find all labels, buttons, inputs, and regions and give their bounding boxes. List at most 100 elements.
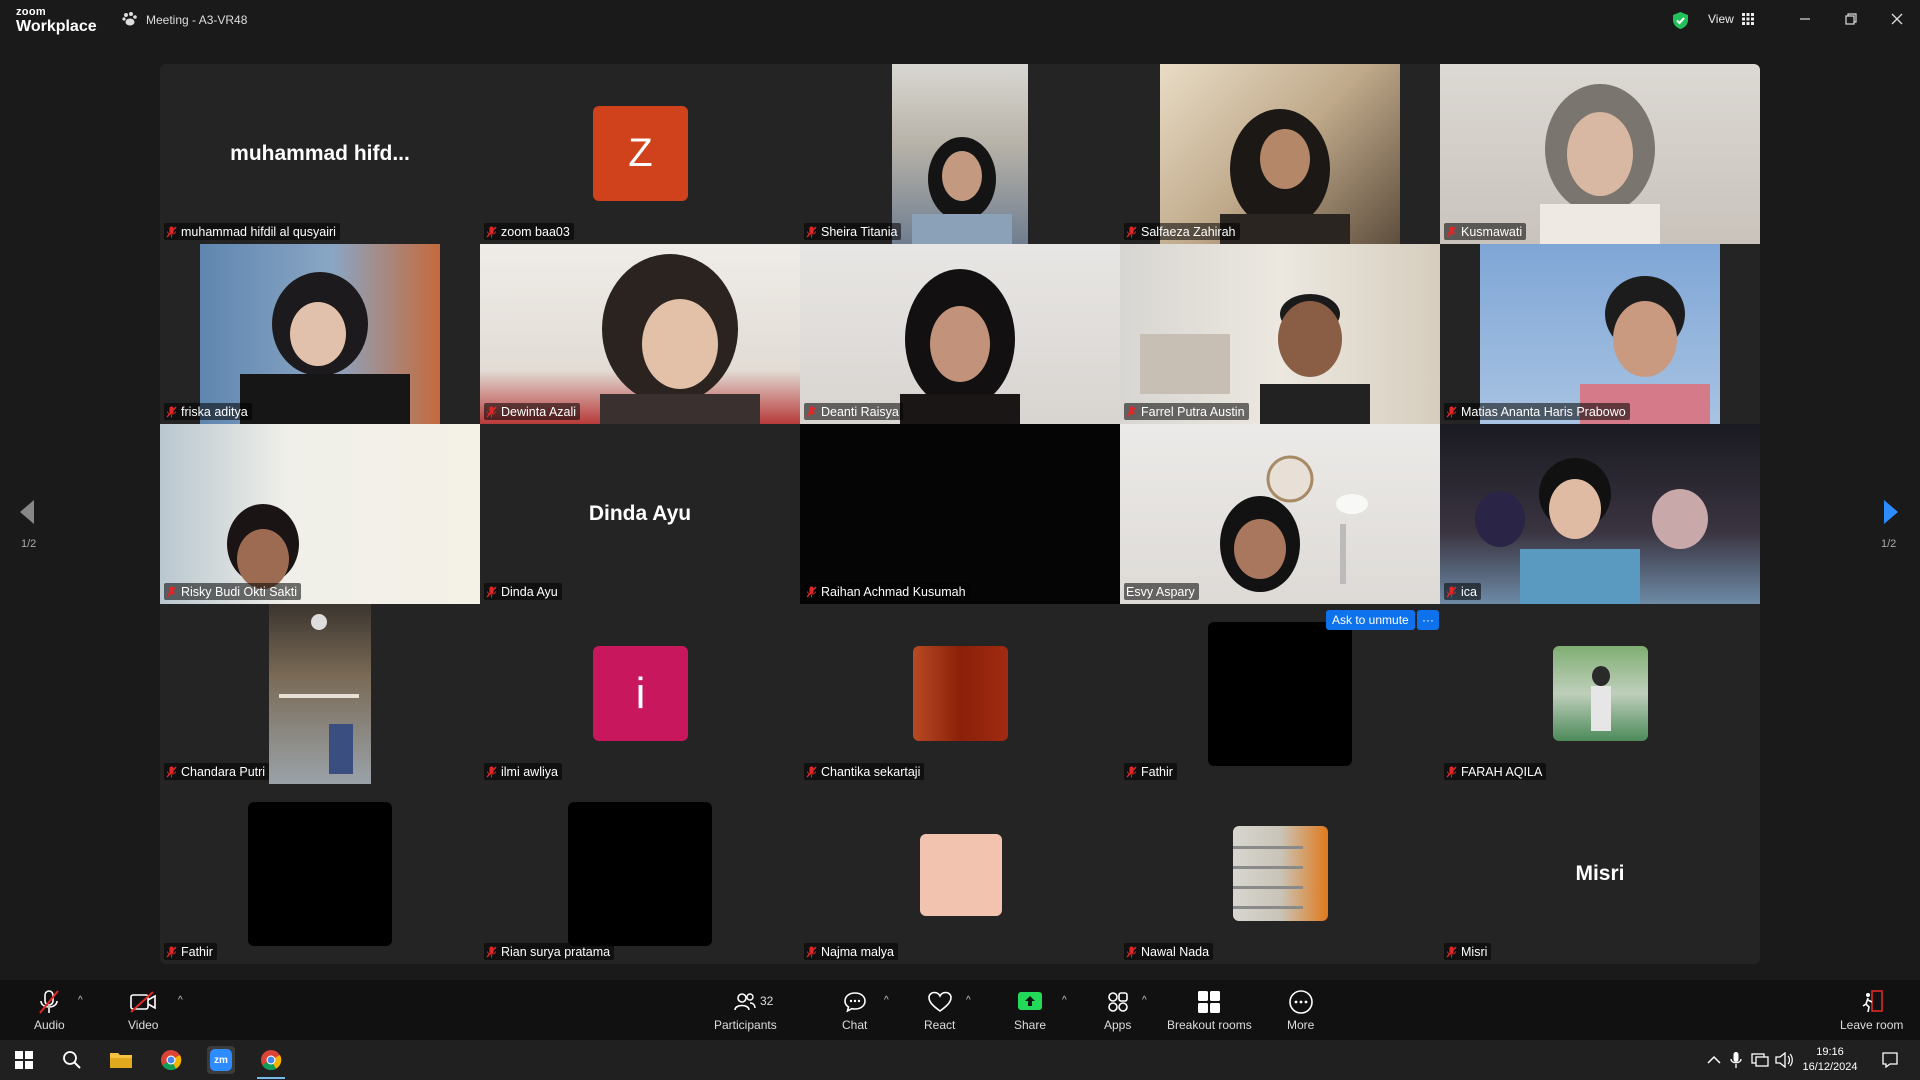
view-button[interactable]: View [1708, 12, 1754, 26]
participant-name-tag: Chantika sekartaji [804, 763, 925, 780]
muted-mic-icon [1126, 226, 1137, 237]
participant-tile-active-speaker[interactable]: Esvy Aspary [1120, 424, 1440, 604]
zoom-taskbar-icon[interactable]: zm [207, 1046, 235, 1074]
leave-room-button[interactable]: Leave room [1840, 988, 1903, 1032]
participant-name: Fathir [181, 944, 213, 959]
meeting-title: Meeting - A3-VR48 [122, 12, 247, 27]
participant-tile[interactable]: Najma malya [800, 784, 1120, 964]
participant-tile[interactable]: Chantika sekartaji [800, 604, 1120, 784]
previous-page-icon[interactable] [18, 498, 36, 526]
muted-mic-icon [1446, 226, 1457, 237]
chat-options-caret-icon[interactable]: ^ [884, 995, 889, 1006]
participant-name-tag: Sheira Titania [804, 223, 902, 240]
participant-tile[interactable]: FARAH AQILA [1440, 604, 1760, 784]
encryption-shield-icon[interactable] [1672, 11, 1689, 30]
person-silhouette-icon [227, 504, 299, 589]
participant-name: Chantika sekartaji [821, 764, 921, 779]
participant-video [800, 244, 1120, 424]
audio-label: Audio [34, 1018, 65, 1032]
person-silhouette-icon [912, 137, 1012, 244]
video-options-caret-icon[interactable]: ^ [178, 995, 183, 1006]
participant-tile[interactable]: Matias Ananta Haris Prabowo [1440, 244, 1760, 424]
participant-tile[interactable]: Salfaeza Zahirah [1120, 64, 1440, 244]
participant-tile[interactable]: Farrel Putra Austin [1120, 244, 1440, 424]
audio-button[interactable]: Audio [34, 988, 65, 1032]
muted-mic-icon [166, 586, 177, 597]
share-options-caret-icon[interactable]: ^ [1062, 995, 1067, 1006]
participant-name: Nawal Nada [1141, 944, 1210, 959]
participant-name: friska aditya [181, 404, 248, 419]
participant-tile[interactable]: Risky Budi Okti Sakti [160, 424, 480, 604]
participant-tile[interactable]: Rian surya pratama [480, 784, 800, 964]
breakout-rooms-button[interactable]: Breakout rooms [1167, 988, 1252, 1032]
breakout-rooms-icon [1198, 991, 1221, 1013]
restore-icon[interactable] [1842, 10, 1860, 28]
muted-mic-icon [166, 226, 177, 237]
participant-name: Farrel Putra Austin [1141, 404, 1245, 419]
participant-name-tag: friska aditya [164, 403, 252, 420]
chrome-icon[interactable] [157, 1046, 185, 1074]
participant-tile[interactable]: muhammad hifd... muhammad hifdil al qusy… [160, 64, 480, 244]
file-explorer-icon[interactable] [107, 1046, 135, 1074]
participant-name-tag: FARAH AQILA [1444, 763, 1547, 780]
participant-video [1440, 424, 1760, 604]
participant-tile[interactable]: Fathir [1120, 604, 1440, 784]
notification-icon[interactable] [1876, 1046, 1904, 1074]
video-button[interactable]: Video [128, 988, 158, 1032]
participant-tile[interactable]: Kusmawati [1440, 64, 1760, 244]
participant-video [892, 64, 1028, 244]
participant-tile[interactable]: Dewinta Azali [480, 244, 800, 424]
participant-name: FARAH AQILA [1461, 764, 1543, 779]
participant-tile[interactable]: Nawal Nada [1120, 784, 1440, 964]
participant-more-button[interactable]: ··· [1417, 610, 1439, 630]
audio-options-caret-icon[interactable]: ^ [78, 995, 83, 1006]
participant-name: Raihan Achmad Kusumah [821, 584, 966, 599]
share-button[interactable]: Share [1014, 988, 1046, 1032]
participant-avatar-picture [1233, 826, 1328, 921]
participant-name-tag: Fathir [164, 943, 217, 960]
participant-name: Dewinta Azali [501, 404, 577, 419]
participant-tile[interactable]: Dinda Ayu Dinda Ayu [480, 424, 800, 604]
muted-mic-icon [486, 766, 497, 777]
ask-to-unmute-button[interactable]: Ask to unmute [1326, 610, 1415, 630]
react-button[interactable]: React [924, 988, 955, 1032]
muted-mic-icon [1446, 586, 1457, 597]
participant-name-tag: Rian surya pratama [484, 943, 615, 960]
breakout-rooms-label: Breakout rooms [1167, 1018, 1252, 1032]
search-icon[interactable] [58, 1046, 86, 1074]
participant-tile[interactable]: ica [1440, 424, 1760, 604]
taskbar-clock[interactable]: 19:16 16/12/2024 [1790, 1045, 1870, 1075]
participant-tile[interactable]: Raihan Achmad Kusumah [800, 424, 1120, 604]
share-screen-icon [1018, 992, 1043, 1010]
react-options-caret-icon[interactable]: ^ [966, 995, 971, 1006]
participant-tile[interactable]: Misri Misri [1440, 784, 1760, 964]
participant-name-tag: Kusmawati [1444, 223, 1527, 240]
muted-mic-icon [806, 766, 817, 777]
participant-tile[interactable]: Deanti Raisya [800, 244, 1120, 424]
participant-tile[interactable]: i ilmi awliya [480, 604, 800, 784]
participant-tile[interactable]: Z zoom baa03 [480, 64, 800, 244]
close-icon[interactable] [1888, 10, 1906, 28]
participant-name: Fathir [1141, 764, 1173, 779]
windows-start-icon[interactable] [10, 1046, 38, 1074]
apps-button[interactable]: Apps [1104, 988, 1131, 1032]
minimize-icon[interactable] [1796, 10, 1814, 28]
muted-mic-icon [166, 406, 177, 417]
next-page-icon[interactable] [1882, 498, 1900, 526]
apps-options-caret-icon[interactable]: ^ [1142, 995, 1147, 1006]
participant-name-tag: Esvy Aspary [1124, 583, 1199, 600]
participant-tile[interactable]: friska aditya [160, 244, 480, 424]
participant-name-tag: Misri [1444, 943, 1492, 960]
chrome-icon[interactable] [257, 1046, 285, 1074]
participant-name: Chandara Putri [181, 764, 266, 779]
chat-button[interactable]: Chat [842, 988, 867, 1032]
participants-count: 32 [760, 994, 774, 1008]
participant-tile[interactable]: Sheira Titania [800, 64, 1120, 244]
video-off-icon [130, 991, 157, 1013]
participant-tile[interactable]: Chandara Putri [160, 604, 480, 784]
more-button[interactable]: More [1287, 988, 1314, 1032]
participant-video [1440, 64, 1760, 244]
participant-avatar: Z [593, 106, 688, 201]
participant-tile[interactable]: Fathir [160, 784, 480, 964]
participant-name-tag: Dewinta Azali [484, 403, 581, 420]
